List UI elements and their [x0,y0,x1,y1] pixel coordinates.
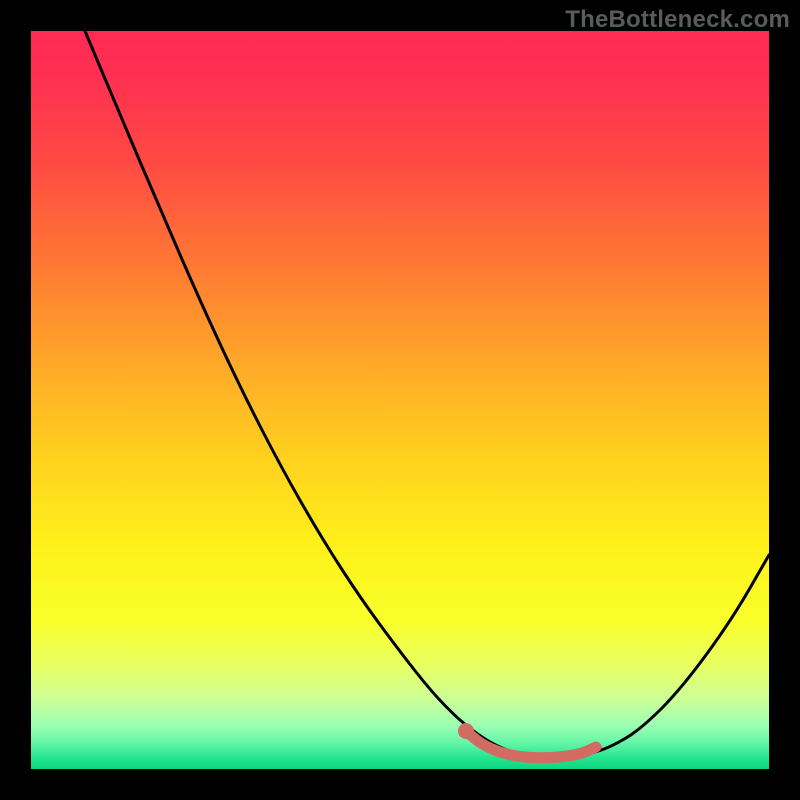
chart-stage: TheBottleneck.com [0,0,800,800]
watermark-text: TheBottleneck.com [565,6,790,34]
plot-area [31,31,769,769]
heat-gradient [31,31,769,769]
